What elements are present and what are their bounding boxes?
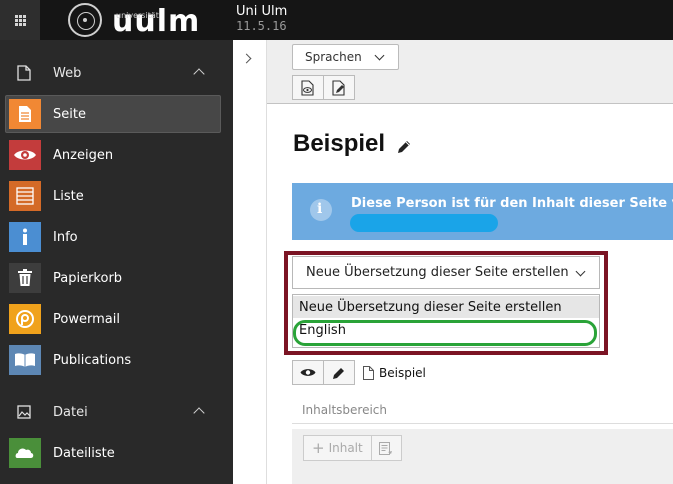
sidebar-item-label: Papierkorb [53, 270, 123, 286]
sidebar-item-label: Liste [53, 188, 84, 204]
eye-icon [9, 140, 41, 170]
doc-header: Sprachen [267, 40, 673, 104]
image-icon [17, 405, 31, 419]
page-title: Beispiel [293, 130, 386, 157]
sidebar-section-label: Datei [53, 404, 88, 420]
view-page-icon [301, 79, 314, 96]
add-content-label: Inhalt [328, 441, 363, 455]
sidebar-section-datei[interactable]: Datei [0, 397, 233, 427]
logo-small-text: universität [116, 11, 159, 20]
edit-page-properties-button[interactable] [323, 75, 355, 100]
content-wizard-button[interactable] [370, 435, 402, 461]
column-label: Inhaltsbereich [302, 403, 387, 417]
pencil-icon [333, 367, 344, 379]
plus-icon: + [312, 439, 325, 457]
site-name: Uni Ulm [236, 4, 288, 19]
list-icon [9, 181, 41, 211]
navigation-toggle-column [233, 40, 267, 484]
add-content-group: + Inhalt [303, 435, 402, 461]
university-logo[interactable]: universität uulm [68, 2, 200, 38]
eye-icon [300, 369, 316, 376]
book-icon [9, 345, 41, 375]
trash-icon [9, 263, 41, 293]
grid-icon [14, 14, 26, 26]
chevron-up-icon [193, 68, 205, 80]
dropdown-option[interactable]: Neue Übersetzung dieser Seite erstellen [293, 296, 599, 318]
translation-select-value: Neue Übersetzung dieser Seite erstellen [306, 265, 569, 280]
sidebar-item-label: Publications [53, 352, 132, 368]
info-callout: i Diese Person ist für den Inhalt dieser… [292, 183, 673, 240]
sidebar-section-label: Web [53, 65, 82, 81]
redacted-name [350, 214, 498, 232]
module-sidebar: Web Seite Anzeigen Liste Info Papierkorb [0, 40, 233, 484]
sidebar-item-label: Anzeigen [53, 147, 114, 163]
university-seal-icon [68, 3, 102, 37]
pencil-icon[interactable] [396, 139, 412, 155]
folder-icon [9, 438, 41, 468]
docheader-button-group [292, 75, 355, 100]
view-page-button[interactable] [292, 75, 324, 100]
sidebar-item-info[interactable]: Info [0, 218, 233, 256]
sidebar-item-seite[interactable]: Seite [0, 95, 233, 133]
info-letter: i [317, 201, 323, 217]
page-action-row: Beispiel [292, 360, 426, 385]
site-version: 11.5.16 [236, 19, 287, 33]
language-select-value: Sprachen [305, 50, 362, 64]
edit-button[interactable] [323, 360, 355, 385]
module-menu-button[interactable] [0, 0, 40, 40]
page-icon [363, 365, 374, 380]
chevron-up-icon [193, 407, 205, 419]
page-reference: Beispiel [363, 365, 426, 380]
topbar: universität uulm Uni Ulm 11.5.16 [0, 0, 673, 40]
sidebar-section-web[interactable]: Web [0, 58, 233, 88]
sidebar-item-label: Info [53, 229, 78, 245]
sidebar-item-liste[interactable]: Liste [0, 177, 233, 215]
chevron-down-icon [374, 50, 385, 61]
translation-select[interactable]: Neue Übersetzung dieser Seite erstellen [292, 256, 600, 289]
chevron-down-icon [575, 266, 586, 277]
sidebar-item-label: Dateiliste [53, 445, 115, 461]
info-icon [9, 222, 41, 252]
sidebar-item-publications[interactable]: Publications [0, 341, 233, 379]
content-area: Beispiel i Diese Person ist für den Inha… [267, 105, 673, 484]
sidebar-item-label: Powermail [53, 311, 120, 327]
sidebar-item-dateiliste[interactable]: Dateiliste [0, 434, 233, 472]
info-message: Diese Person ist für den Inhalt dieser S… [351, 196, 673, 211]
view-button[interactable] [292, 360, 324, 385]
content-column: + Inhalt [292, 429, 673, 484]
language-select[interactable]: Sprachen [292, 44, 399, 70]
edit-page-icon [332, 79, 345, 96]
sidebar-item-anzeigen[interactable]: Anzeigen [0, 136, 233, 174]
page-reference-label: Beispiel [379, 365, 426, 380]
add-content-button[interactable]: + Inhalt [303, 435, 372, 461]
chevron-right-icon[interactable] [241, 53, 252, 64]
sidebar-item-papierkorb[interactable]: Papierkorb [0, 259, 233, 297]
page-icon [9, 99, 41, 129]
sidebar-item-powermail[interactable]: Powermail [0, 300, 233, 338]
powermail-icon [9, 304, 41, 334]
file-outline-icon [17, 65, 31, 81]
wizard-icon [379, 441, 393, 455]
divider [292, 423, 673, 424]
logo-wordmark: universität uulm [112, 7, 200, 37]
sidebar-item-label: Seite [53, 106, 86, 122]
annotation-highlight-ring [293, 320, 597, 346]
